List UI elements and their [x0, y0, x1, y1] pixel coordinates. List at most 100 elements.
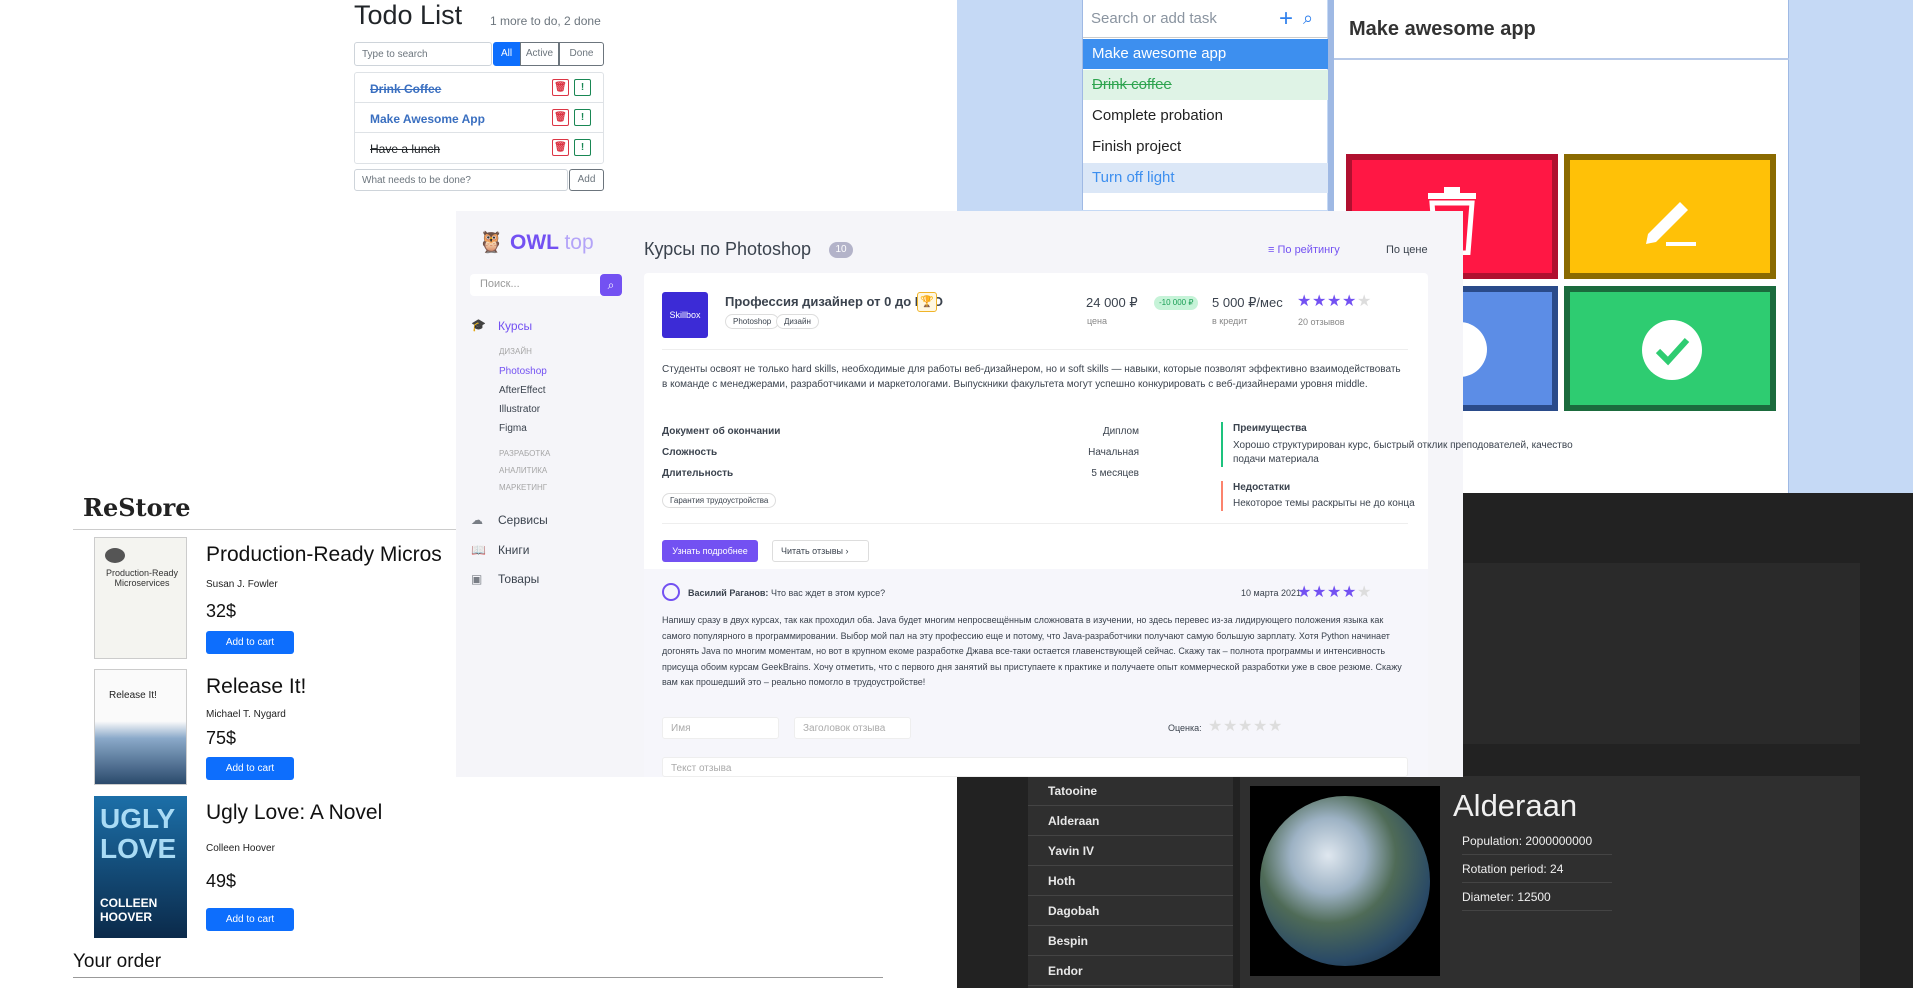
category-dev[interactable]: РАЗРАБОТКА — [499, 449, 550, 458]
exclamation-icon[interactable]: ! — [574, 139, 591, 156]
star-icon[interactable]: ★ — [1208, 716, 1222, 736]
planet-item[interactable]: Tatooine — [1028, 776, 1233, 806]
todo-item-label[interactable]: Drink Coffee — [370, 82, 441, 96]
graduation-cap-icon: 🎓 — [471, 318, 486, 332]
todo-item-label[interactable]: Have a lunch — [370, 142, 440, 156]
plus-icon[interactable]: + — [1279, 5, 1293, 33]
task-item[interactable]: Drink coffee — [1083, 70, 1328, 100]
sidebar-subitem[interactable]: Figma — [499, 423, 527, 434]
search-icon[interactable]: ⌕ — [1303, 8, 1313, 29]
divider — [662, 349, 1408, 350]
rating-label: Оценка: — [1168, 723, 1202, 733]
trophy-icon: 🏆 — [917, 292, 937, 312]
complete-tile[interactable] — [1564, 286, 1776, 411]
logo-subtext: top — [564, 231, 594, 254]
owl-logo[interactable]: 🦉 OWL top — [478, 231, 594, 255]
star-icon: ★ — [1297, 293, 1312, 310]
star-icon[interactable]: ★ — [1223, 716, 1237, 736]
sort-by-rating-button[interactable]: ≡ По рейтингу — [1268, 244, 1340, 256]
planet-item[interactable]: Alderaan — [1028, 806, 1233, 836]
star-icon[interactable]: ★ — [1253, 716, 1267, 736]
planet-item[interactable]: Endor — [1028, 956, 1233, 986]
add-to-cart-button[interactable]: Add to cart — [206, 908, 294, 931]
reviews-count[interactable]: 20 отзывов — [1298, 317, 1345, 327]
book-title[interactable]: Ugly Love: A Novel — [206, 801, 382, 825]
todo-title: Todo List — [354, 0, 463, 30]
add-to-cart-button[interactable]: Add to cart — [206, 757, 294, 780]
star-icon: ★ — [1342, 584, 1357, 601]
task-item[interactable]: Turn off light — [1083, 163, 1328, 193]
add-todo-button[interactable]: Add — [569, 169, 604, 191]
star-icon[interactable]: ★ — [1238, 716, 1252, 736]
sidebar-search-input[interactable]: Поиск... — [470, 274, 607, 296]
task-item[interactable]: Complete probation — [1083, 101, 1328, 131]
planet-list: Tatooine Alderaan Yavin IV Hoth Dagobah … — [1028, 776, 1233, 988]
sidebar-subitem[interactable]: Photoshop — [499, 366, 547, 377]
star-icon: ★ — [1327, 293, 1342, 310]
trash-icon[interactable]: 🗑 — [552, 139, 569, 156]
planet-diameter: Diameter: 12500 — [1462, 890, 1612, 911]
spec-label: Сложность — [662, 447, 718, 458]
book-title[interactable]: Release It! — [206, 675, 306, 699]
planet-item[interactable]: Bespin — [1028, 926, 1233, 956]
category-design[interactable]: ДИЗАЙН — [499, 347, 532, 356]
category-analytics[interactable]: АНАЛИТИКА — [499, 466, 547, 475]
planet-item[interactable]: Yavin IV — [1028, 836, 1233, 866]
advantages-text: Хорошо структурирован курс, быстрый откл… — [1233, 440, 1573, 465]
task-item[interactable]: Make awesome app — [1083, 39, 1328, 69]
planet-item[interactable]: Dagobah — [1028, 896, 1233, 926]
review-name-input[interactable]: Имя — [662, 717, 779, 739]
review-subject: Что вас ждет в этом курсе? — [771, 588, 886, 598]
task-item[interactable]: Finish project — [1083, 132, 1328, 162]
spec-label: Документ об окончании — [662, 426, 781, 437]
read-reviews-button[interactable]: Читать отзывы › — [772, 540, 869, 562]
sidebar-item-services[interactable]: Сервисы — [498, 513, 548, 527]
brand-logo[interactable]: ReStore — [83, 493, 191, 522]
book-title[interactable]: Production-Ready Micros — [206, 543, 442, 567]
filter-all-button[interactable]: All — [493, 42, 520, 66]
todo-item[interactable]: Drink Coffee 🗑 ! — [355, 73, 603, 103]
spec-value: 5 месяцев — [1091, 468, 1139, 479]
star-icon: ★ — [1312, 293, 1327, 310]
sidebar-subitem[interactable]: AfterEffect — [499, 385, 546, 396]
todo-item[interactable]: Make Awesome App 🗑 ! — [355, 103, 603, 133]
review-title-input[interactable]: Заголовок отзыва — [794, 717, 911, 739]
pencil-icon — [1646, 202, 1696, 246]
chevron-right-icon: › — [842, 546, 849, 556]
todo-counter: 1 more to do, 2 done — [490, 14, 601, 28]
star-icon[interactable]: ★ — [1268, 716, 1282, 736]
filter-done-button[interactable]: Done — [559, 42, 604, 66]
sort-by-price-button[interactable]: По цене — [1386, 244, 1428, 256]
owl-icon: 🦉 — [478, 231, 505, 254]
star-icon: ★ — [1342, 293, 1357, 310]
more-button[interactable]: Узнать подробнее — [662, 540, 758, 562]
credit-price: 5 000 ₽/мес — [1212, 295, 1283, 310]
planet-details: Alderaan Population: 2000000000 Rotation… — [1240, 776, 1860, 988]
sidebar-item-books[interactable]: Книги — [498, 543, 529, 557]
todo-item-label[interactable]: Make Awesome App — [370, 112, 485, 126]
divider — [662, 523, 1408, 524]
new-todo-input[interactable]: What needs to be done? — [354, 169, 568, 191]
planet-rotation: Rotation period: 24 — [1462, 862, 1612, 883]
filter-active-button[interactable]: Active — [520, 42, 559, 66]
divider — [73, 977, 883, 978]
sidebar-item-goods[interactable]: Товары — [498, 572, 539, 586]
edit-tile[interactable] — [1564, 154, 1776, 279]
divider — [73, 529, 473, 530]
sidebar-item-courses[interactable]: Курсы — [498, 319, 532, 333]
add-to-cart-button[interactable]: Add to cart — [206, 631, 294, 654]
planet-name: Alderaan — [1453, 788, 1578, 823]
review-text-input[interactable]: Текст отзыва — [662, 757, 1408, 777]
course-name[interactable]: Профессия дизайнер от 0 до PRO — [725, 294, 943, 309]
sidebar-subitem[interactable]: Illustrator — [499, 404, 540, 415]
course-description: Студенты освоят не только hard skills, н… — [662, 364, 1401, 390]
exclamation-icon[interactable]: ! — [574, 109, 591, 126]
exclamation-icon[interactable]: ! — [574, 79, 591, 96]
trash-icon[interactable]: 🗑 — [552, 79, 569, 96]
category-marketing[interactable]: МАРКЕТИНГ — [499, 483, 547, 492]
todo-item[interactable]: Have a lunch 🗑 ! — [355, 133, 603, 163]
trash-icon[interactable]: 🗑 — [552, 109, 569, 126]
planet-item[interactable]: Hoth — [1028, 866, 1233, 896]
todo-search-input[interactable]: Type to search — [354, 42, 492, 66]
search-icon[interactable]: ⌕ — [600, 274, 622, 296]
